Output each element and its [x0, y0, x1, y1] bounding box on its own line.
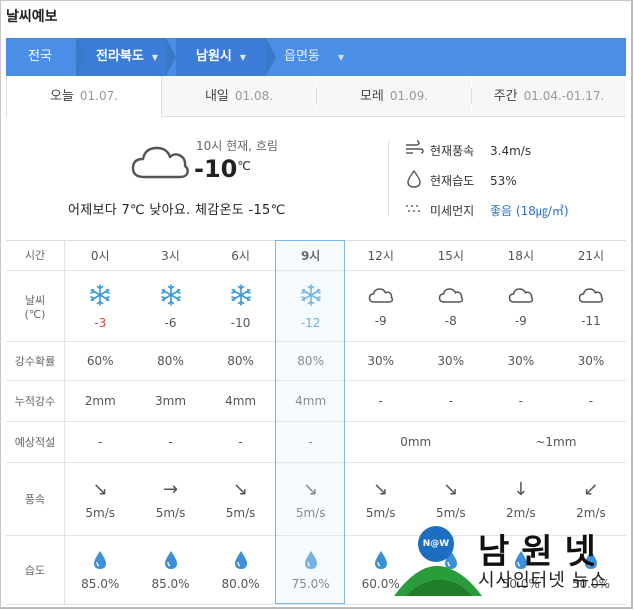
temp-value: -3	[94, 315, 107, 330]
humidity-drop-icon	[233, 550, 249, 573]
hour-cell: 3시	[135, 240, 206, 271]
snow-icon	[299, 283, 323, 310]
tab-today[interactable]: 오늘 01.07.	[6, 76, 162, 117]
current-compare: 어제보다 7℃ 낮아요. 체감온도 -15℃	[68, 203, 286, 218]
temp-value: -12	[300, 315, 321, 330]
day-tabs: 오늘 01.07. 내일 01.08. 모레 01.09. 주간 01.04.-01.1…	[6, 76, 626, 117]
wind-arrow-icon: ↙	[583, 478, 599, 500]
location-city[interactable]: 남원시 ▼	[196, 38, 246, 76]
wind-arrow-icon: →	[162, 478, 179, 500]
hour-cell: 18시	[485, 240, 556, 271]
chevron-down-icon: ▼	[239, 53, 247, 62]
tab-day-after[interactable]: 모레 01.09.	[317, 76, 471, 116]
temp-value: -8	[444, 313, 457, 328]
chevron-down-icon: ▼	[337, 53, 345, 62]
humidity-drop-icon	[373, 550, 389, 573]
snow-icon	[229, 283, 253, 310]
wind-arrow-icon: ↘	[92, 478, 108, 500]
snow-icon	[88, 283, 112, 310]
humidity-drop-icon	[303, 550, 319, 573]
cloud-icon	[508, 287, 534, 308]
cloud-icon	[368, 287, 394, 308]
location-bar: 전국 전라북도 ▼ 남원시 ▼ 읍면동 ▼	[6, 38, 626, 76]
current-temp: -10℃	[194, 155, 251, 183]
wind-arrow-icon: ↘	[233, 478, 249, 500]
location-province[interactable]: 전라북도 ▼	[96, 38, 158, 76]
current-wind: 현재풍속 3.4m/s	[404, 140, 531, 159]
row-precip: 누적강수 2mm 3mm 4mm 4mm - - - -	[6, 380, 626, 422]
wind-arrow-icon: ↘	[443, 478, 459, 500]
row-precip-prob: 강수확률 60% 80% 80% 80% 30% 30% 30% 30%	[6, 341, 626, 381]
drop-outline-icon	[407, 170, 421, 188]
location-country[interactable]: 전국	[28, 38, 52, 76]
temp-value: -10	[230, 315, 251, 330]
row-snow: 예상적설 - - - - 0mm ~1mm	[6, 421, 626, 463]
current-status: 10시 현재, 흐림	[196, 139, 278, 153]
widget-title: 날씨예보	[6, 9, 58, 25]
wind-arrow-icon: ↓	[513, 478, 529, 500]
hour-cell: 15시	[415, 240, 486, 271]
wind-arrow-icon: ↘	[373, 478, 389, 500]
cloud-icon	[131, 146, 189, 179]
current-dust: 미세먼지 좋음 (18㎍/㎥)	[404, 202, 569, 219]
location-town[interactable]: 읍면동 ▼	[284, 38, 344, 76]
temp-value: -9	[514, 313, 527, 328]
temp-value: -6	[164, 315, 177, 330]
hour-cell-current: 9시	[275, 240, 346, 271]
tab-weekly[interactable]: 주간 01.04.-01.17.	[472, 76, 626, 116]
hour-cell: 21시	[555, 240, 626, 271]
dust-icon	[406, 205, 420, 212]
chevron-down-icon: ▼	[151, 53, 158, 62]
current-weather: 10시 현재, 흐림 -10℃ 어제보다 7℃ 낮아요. 체감온도 -15℃ 현…	[6, 117, 626, 241]
row-weather: 날씨 (℃) -3 -6 -10 -12 -9 -8 -9 -11	[6, 270, 626, 342]
wind-arrow-icon: ↘	[303, 478, 319, 500]
tab-tomorrow[interactable]: 내일 01.08.	[162, 76, 316, 116]
temp-value: -11	[581, 313, 601, 328]
humidity-drop-icon	[92, 550, 108, 573]
wind-icon	[406, 140, 424, 154]
cloud-icon	[578, 287, 604, 308]
current-humidity: 현재습도 53%	[404, 170, 517, 189]
hour-cell: 0시	[64, 240, 136, 271]
temp-value: -9	[374, 313, 387, 328]
cloud-icon	[438, 287, 464, 308]
hour-cell: 6시	[205, 240, 276, 271]
row-time: 시간 0시 3시 6시 9시 12시 15시 18시 21시	[6, 240, 626, 271]
humidity-drop-icon	[163, 550, 179, 573]
snow-icon	[159, 283, 183, 310]
namwon-net-logo: N@W 남원넷 시사인터넷 뉴스	[392, 520, 634, 610]
hour-cell: 12시	[345, 240, 416, 271]
